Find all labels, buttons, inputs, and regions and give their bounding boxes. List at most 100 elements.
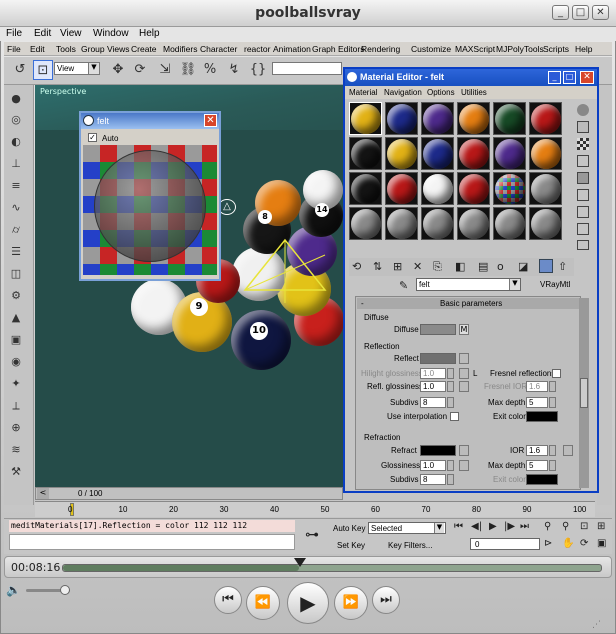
resize-grip-icon[interactable]: ⋰ [592,620,606,630]
rollout-minus-icon[interactable]: - [361,299,364,308]
unlink-icon[interactable]: % [200,60,220,80]
gear-tool-icon[interactable]: ⚙ [9,289,23,303]
material-slot[interactable] [493,137,526,170]
fresnel-checkbox[interactable] [552,369,561,378]
show-end-result-icon[interactable] [539,259,553,273]
get-material-icon[interactable]: ⟲ [352,260,361,273]
go-to-end-icon[interactable]: ⏭ [520,521,529,532]
lasso-tool-icon[interactable]: ◎ [9,113,23,127]
refract-map-button[interactable] [459,445,469,456]
material-slot[interactable] [385,207,418,240]
me-menu-options[interactable]: Options [427,88,455,97]
felt-close-button[interactable]: ✕ [204,114,217,127]
max-menu-file[interactable]: File [7,44,21,54]
reflect-color-swatch[interactable] [420,353,456,364]
go-to-start-button[interactable]: ⏮ [214,586,242,614]
field-of-view-icon[interactable]: ⊳ [544,538,552,549]
material-slot[interactable] [421,137,454,170]
material-slot[interactable] [457,102,490,135]
material-slot[interactable] [349,207,382,240]
go-to-parent-icon[interactable]: ⇧ [558,260,567,273]
align-tool-icon[interactable]: ⊥ [9,157,23,171]
r-max-depth-field[interactable]: 5 [526,460,548,471]
r-exit-color-swatch[interactable] [526,474,558,485]
me-menu-utilities[interactable]: Utilities [461,88,487,97]
material-type-button[interactable]: VRayMtl [540,280,570,289]
braces-icon[interactable]: {} [248,60,268,80]
material-slot[interactable] [349,172,382,205]
glossiness-spinner[interactable] [447,460,454,471]
menu-window[interactable]: Window [93,28,129,39]
minimize-button[interactable]: _ [552,5,569,20]
key-selection-chevron-icon[interactable]: ▼ [434,523,444,533]
key-filters-button[interactable]: Key Filters... [388,541,432,550]
fresnel-ior-spinner[interactable] [549,381,556,392]
use-interp-checkbox[interactable] [450,412,459,421]
material-slot[interactable] [529,102,562,135]
helper-tool-icon[interactable]: ⊕ [9,421,23,435]
cylinder-tool-icon[interactable]: ⌭ [9,223,23,237]
named-selection-field[interactable] [272,62,342,75]
material-slot[interactable] [529,172,562,205]
unique-icon[interactable]: ◧ [455,260,465,273]
ior-map-button[interactable] [563,445,573,456]
material-dropdown-chevron-icon[interactable]: ▼ [509,279,520,290]
max-menu-customize[interactable]: Customize [411,44,451,54]
maximize-viewport-icon[interactable]: ▣ [597,538,606,549]
me-maximize-button[interactable]: □ [563,71,576,84]
tube-tool-icon[interactable]: ◫ [9,267,23,281]
sphere-tool-icon[interactable]: ● [9,92,23,106]
current-frame-field[interactable] [470,538,540,550]
material-slot[interactable] [457,207,490,240]
put-library-icon[interactable]: ▤ [478,260,488,273]
material-slot[interactable] [493,102,526,135]
subdivs-spinner[interactable] [447,397,454,408]
glossiness-field[interactable]: 1.0 [420,460,446,471]
material-slot[interactable] [385,102,418,135]
mirror-tool-icon[interactable]: ◐ [9,135,23,149]
zoom-icon[interactable]: ⚲ [544,521,551,532]
glossiness-map-button[interactable] [459,460,469,471]
max-menu-group[interactable]: Group [81,44,105,54]
material-slot[interactable] [349,137,382,170]
previous-frame-icon[interactable]: ◀| [471,521,482,532]
fresnel-ior-field[interactable]: 1.6 [526,381,548,392]
material-slot[interactable] [529,207,562,240]
max-menu-graph-editors[interactable]: Graph Editors [312,44,364,54]
max-menu-create[interactable]: Create [131,44,157,54]
close-button[interactable]: ✕ [592,5,609,20]
next-frame-icon[interactable]: |▶ [504,521,515,532]
layer-tool-icon[interactable]: ≡ [9,179,23,193]
r-max-depth-spinner[interactable] [549,460,556,471]
key-icon[interactable]: ⊶ [300,520,324,550]
r-subdivs-spinner[interactable] [447,474,454,485]
system-tool-icon[interactable]: ⚒ [9,465,23,479]
max-menu-views[interactable]: Views [107,44,130,54]
zoom-extents-all-icon[interactable]: ⊞ [597,521,605,532]
maxscript-listener-output[interactable]: meditMaterials[17].Reflection = color 11… [9,520,295,532]
sample-type-icon[interactable] [577,104,589,116]
make-preview-icon[interactable] [577,189,589,201]
zoom-extents-icon[interactable]: ⊡ [580,521,588,532]
copy-material-icon[interactable]: ⎘ [433,260,442,274]
play-icon[interactable]: ▶ [489,521,497,532]
fast-forward-button[interactable]: ⏩ [334,586,368,620]
subdivs-field[interactable]: 8 [420,397,446,408]
background-icon[interactable] [577,138,589,150]
ior-field[interactable]: 1.6 [526,445,548,456]
max-menu-animation[interactable]: Animation [273,44,311,54]
me-menu-navigation[interactable]: Navigation [384,88,422,97]
menu-file[interactable]: File [6,28,22,39]
backlight-icon[interactable] [577,121,589,133]
refl-gloss-map-button[interactable] [459,381,469,392]
stack-tool-icon[interactable]: ☰ [9,245,23,259]
hilight-gloss-field[interactable]: 1.0 [420,368,446,379]
time-prev-icon[interactable]: < [37,488,49,499]
hilight-gloss-spinner[interactable] [447,368,454,379]
max-menu-scripts[interactable]: Scripts [543,44,569,54]
rewind-button[interactable]: ⏪ [246,586,280,620]
reflect-map-button[interactable] [459,353,469,364]
pick-material-icon[interactable]: ✎ [399,279,408,292]
set-key-button[interactable]: Set Key [337,541,365,550]
material-slot[interactable] [529,137,562,170]
